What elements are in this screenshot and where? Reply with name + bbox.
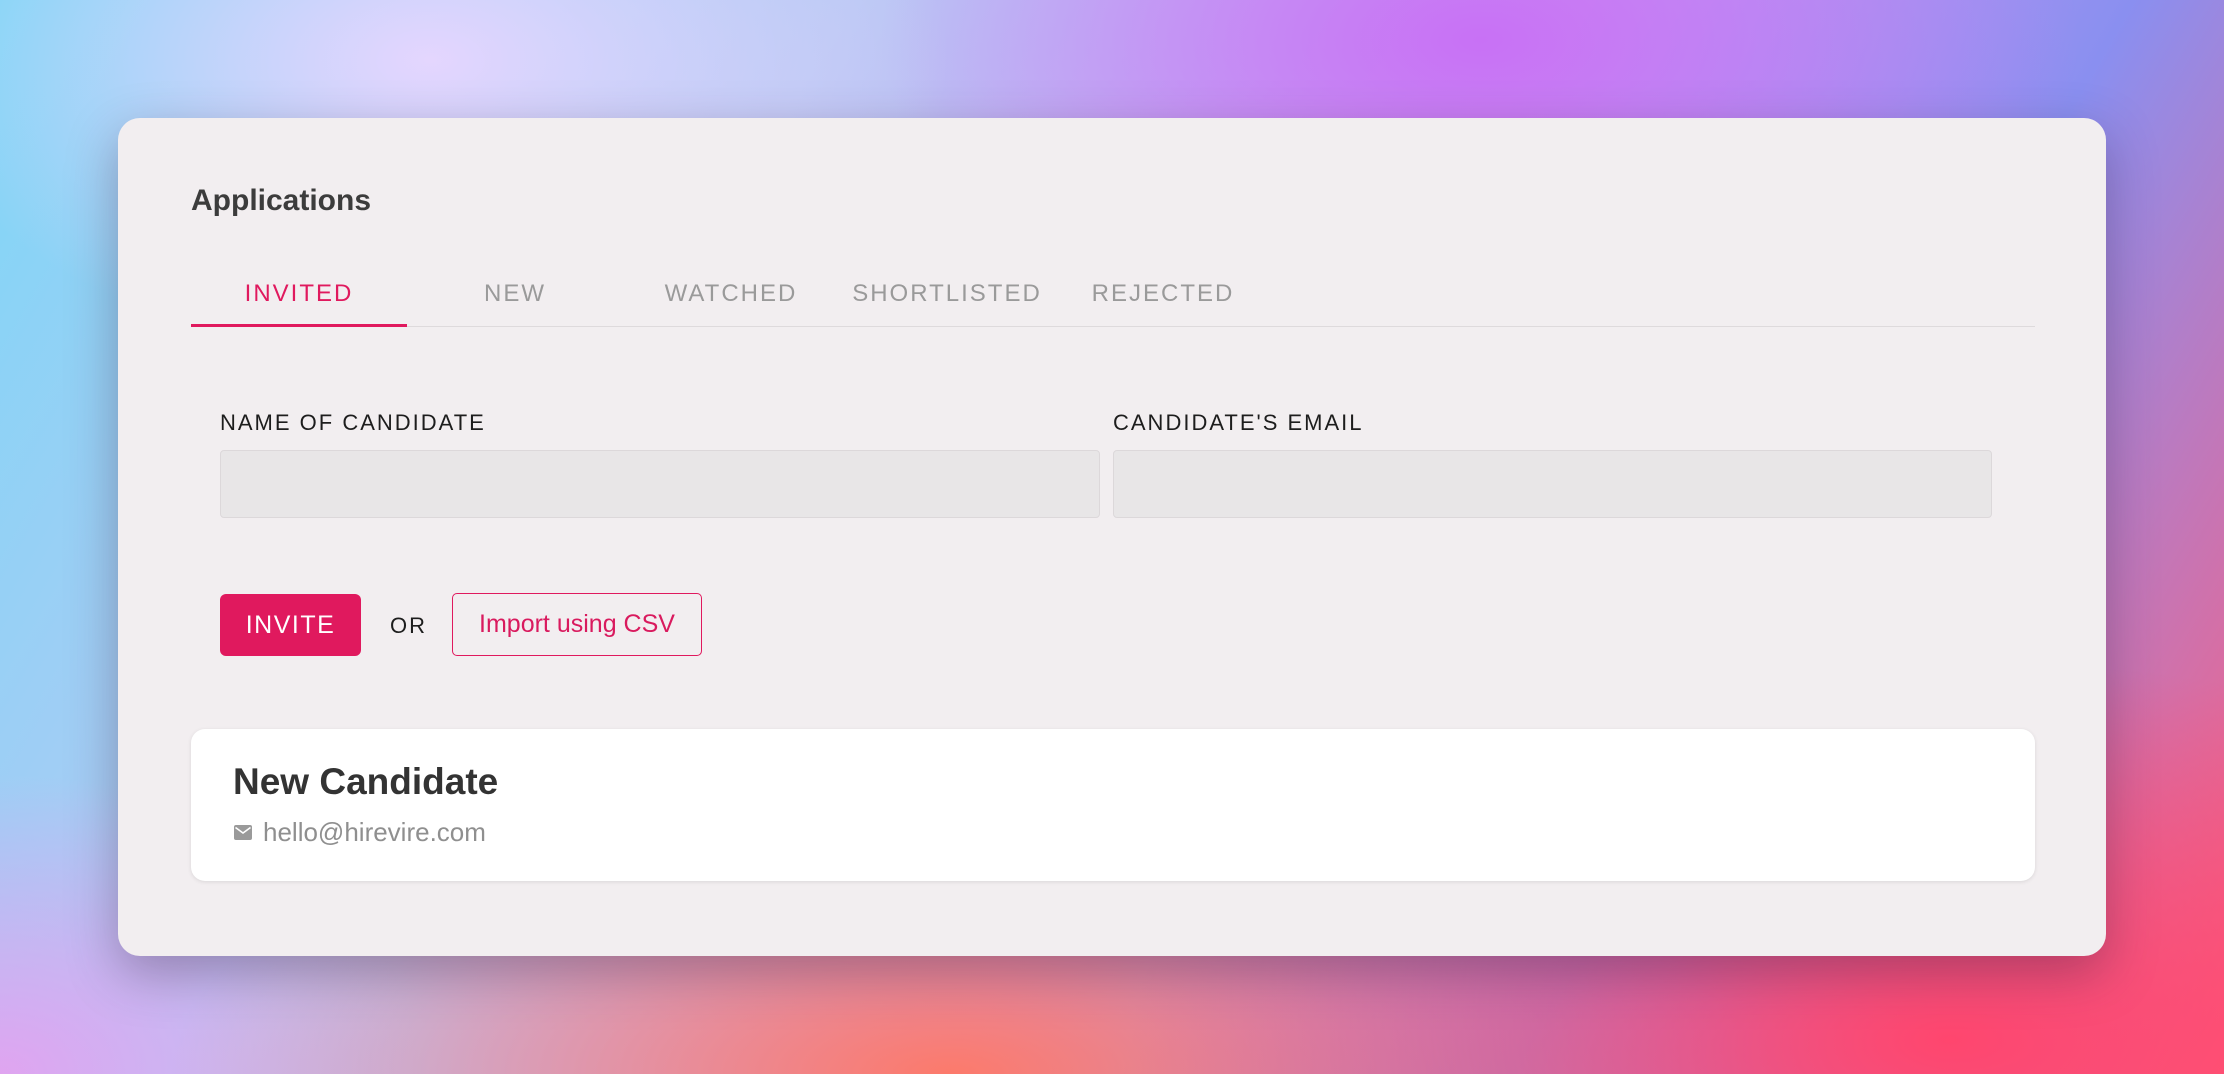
- candidate-name-input[interactable]: [220, 450, 1100, 518]
- page-title: Applications: [191, 184, 372, 217]
- tab-watched[interactable]: WATCHED: [623, 264, 839, 326]
- applications-panel: Applications INVITED NEW WATCHED SHORTLI…: [118, 118, 2106, 956]
- candidate-email-row: hello@hirevire.com: [234, 817, 486, 848]
- candidate-card[interactable]: New Candidate hello@hirevire.com: [191, 729, 2035, 881]
- candidate-name-label: NAME OF CANDIDATE: [220, 410, 486, 435]
- import-csv-button[interactable]: Import using CSV: [452, 593, 702, 656]
- tab-invited[interactable]: INVITED: [191, 264, 407, 327]
- tab-rejected[interactable]: REJECTED: [1055, 264, 1271, 326]
- candidate-email: hello@hirevire.com: [263, 817, 486, 847]
- candidate-name: New Candidate: [233, 761, 499, 802]
- invite-button[interactable]: INVITE: [220, 594, 361, 656]
- or-separator: OR: [390, 613, 427, 638]
- mail-icon: [234, 825, 252, 840]
- candidate-email-label: CANDIDATE'S EMAIL: [1113, 410, 1364, 435]
- candidate-email-input[interactable]: [1113, 450, 1992, 518]
- tab-bar: INVITED NEW WATCHED SHORTLISTED REJECTED: [191, 264, 2035, 327]
- tab-new[interactable]: NEW: [407, 264, 623, 326]
- tab-shortlisted[interactable]: SHORTLISTED: [839, 264, 1055, 326]
